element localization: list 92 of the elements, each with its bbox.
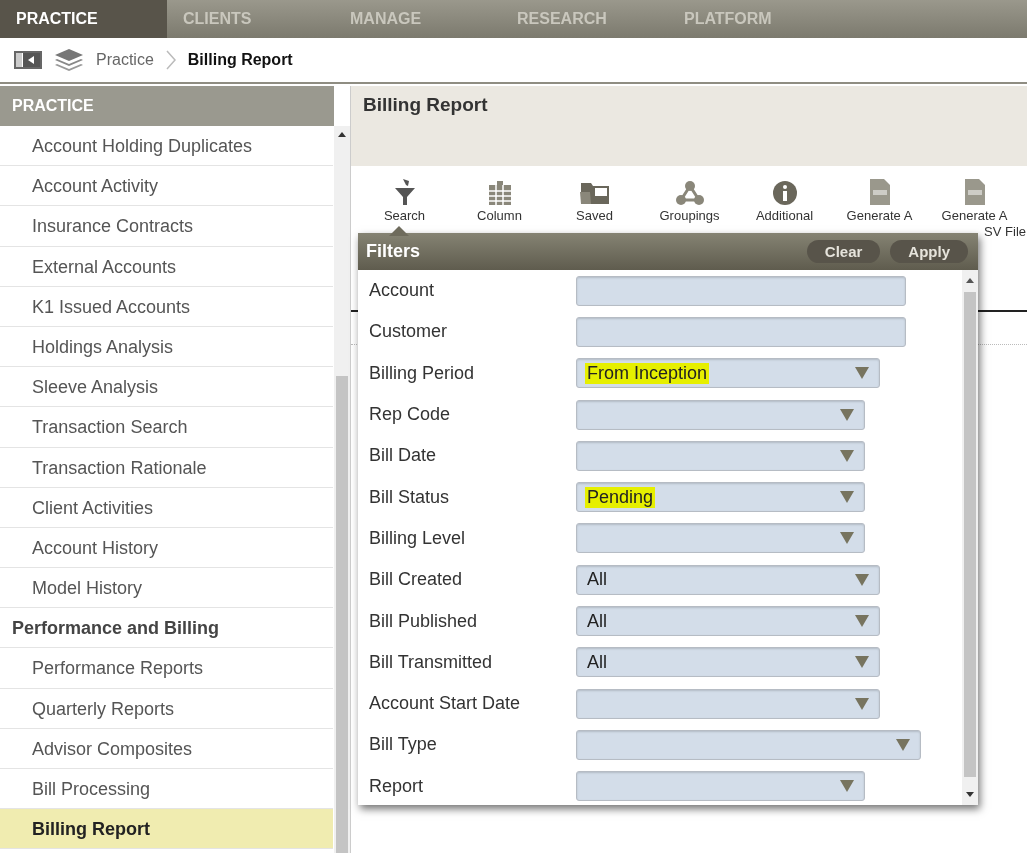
sidebar-item[interactable]: External Accounts	[0, 246, 333, 287]
scroll-up-icon[interactable]	[338, 132, 346, 137]
dropdown[interactable]: All	[576, 564, 880, 595]
sidebar-title: PRACTICE	[0, 86, 334, 126]
scrollbar-thumb[interactable]	[336, 376, 348, 853]
field-label: Bill Type	[369, 734, 438, 756]
caret-icon	[896, 738, 910, 751]
dropdown[interactable]	[576, 523, 865, 554]
field-label: Bill Status	[369, 486, 451, 508]
caret-icon	[855, 697, 869, 710]
field-label: Billing Period	[369, 362, 476, 384]
network-icon	[674, 180, 705, 206]
sidebar-item[interactable]: Account Holding Duplicates	[0, 126, 333, 167]
section-heading: Performance and Billing	[0, 608, 333, 649]
toolbar-button[interactable]: Generate A	[832, 176, 927, 224]
field-value: All	[587, 610, 608, 632]
sidebar-item[interactable]: Holdings Analysis	[0, 326, 333, 368]
caret-icon	[840, 408, 854, 421]
grid-icon	[486, 180, 513, 206]
caret-icon	[855, 573, 869, 586]
sidebar-item[interactable]: Insurance Contracts	[0, 206, 333, 247]
chevron-icon	[165, 50, 176, 70]
dropdown[interactable]	[576, 771, 865, 802]
sidebar-item[interactable]: Model History	[0, 568, 333, 609]
field-label: Customer	[369, 321, 449, 343]
funnel-icon	[393, 178, 416, 206]
sidebar-item[interactable]: Sleeve Analysis	[0, 367, 333, 408]
csv-file-icon	[963, 178, 986, 206]
filter-action-button[interactable]: Clear	[806, 240, 881, 263]
toolbar-button[interactable]: Additional	[737, 176, 832, 224]
sidebar-item[interactable]: Account History	[0, 527, 333, 569]
field-label: Bill Date	[369, 445, 438, 467]
caret-icon	[840, 491, 854, 504]
toolbar-button[interactable]: Saved	[547, 176, 642, 224]
sidebar-item[interactable]: Transaction Search	[0, 407, 333, 448]
dropdown[interactable]	[576, 440, 865, 471]
dropdown[interactable]	[576, 729, 921, 760]
input-field[interactable]	[576, 316, 906, 347]
scrollbar[interactable]	[962, 270, 978, 805]
scroll-up-icon[interactable]	[966, 278, 974, 283]
input-field[interactable]	[576, 275, 906, 306]
toolbar-label: SV File	[984, 224, 1026, 240]
field-label: Rep Code	[369, 404, 452, 426]
sidebar-item[interactable]: Account Activity	[0, 166, 333, 207]
breadcrumb-current: Billing Report	[187, 51, 293, 69]
scrollbar-thumb[interactable]	[964, 292, 976, 777]
dropdown[interactable]: All	[576, 606, 880, 636]
field-value: From Inception	[585, 362, 710, 384]
pdf-file-icon	[868, 178, 891, 206]
field-label: Billing Level	[369, 527, 467, 549]
layers-icon	[54, 48, 84, 72]
caret-icon	[840, 449, 854, 462]
toolbar-button[interactable]: Column	[452, 176, 547, 224]
caret-icon	[840, 532, 854, 545]
field-label: Bill Transmitted	[369, 651, 494, 673]
dropdown[interactable]: Pending	[576, 482, 865, 513]
caret-icon	[855, 656, 869, 669]
sidebar-item[interactable]: Billing Report	[0, 809, 333, 850]
dropdown[interactable]: All	[576, 647, 880, 678]
field-label: Bill Published	[369, 610, 479, 632]
pointer-icon	[389, 226, 409, 236]
field-value: All	[587, 651, 608, 673]
dropdown[interactable]	[576, 399, 865, 430]
sidebar-item[interactable]: Client Activities	[0, 487, 333, 528]
scrollbar[interactable]	[334, 126, 350, 853]
folder-icon	[578, 180, 611, 206]
nav-tab[interactable]: PRACTICE	[0, 0, 167, 38]
breadcrumb-link[interactable]: Practice	[96, 51, 154, 69]
page-title: Billing Report	[363, 94, 488, 115]
caret-icon	[840, 780, 854, 793]
caret-icon	[855, 367, 869, 380]
info-icon	[771, 180, 798, 206]
sidebar-item[interactable]: K1 Issued Accounts	[0, 286, 333, 327]
field-label: Account	[369, 280, 436, 302]
sidebar-item[interactable]: Transaction Rationale	[0, 447, 333, 488]
field-label: Bill Created	[369, 569, 464, 591]
field-value: Pending	[585, 486, 656, 508]
field-value: All	[587, 569, 608, 591]
sidebar-item[interactable]: Advisor Composites	[0, 728, 333, 769]
dropdown[interactable]	[576, 688, 880, 719]
filter-action-button[interactable]: Apply	[890, 240, 968, 263]
field-label: Report	[369, 775, 425, 797]
field-label: Account Start Date	[369, 693, 522, 715]
caret-icon	[855, 615, 869, 627]
scroll-down-icon[interactable]	[966, 792, 974, 797]
collapse-panel-icon[interactable]	[14, 51, 42, 69]
dropdown[interactable]: From Inception	[576, 358, 880, 389]
sidebar-item[interactable]: Performance Reports	[0, 648, 333, 689]
toolbar-button[interactable]: Search	[357, 176, 452, 224]
panel-title: Filters	[366, 241, 422, 262]
toolbar-button[interactable]: Groupings	[642, 176, 737, 224]
sidebar-item[interactable]: Quarterly Reports	[0, 688, 333, 729]
